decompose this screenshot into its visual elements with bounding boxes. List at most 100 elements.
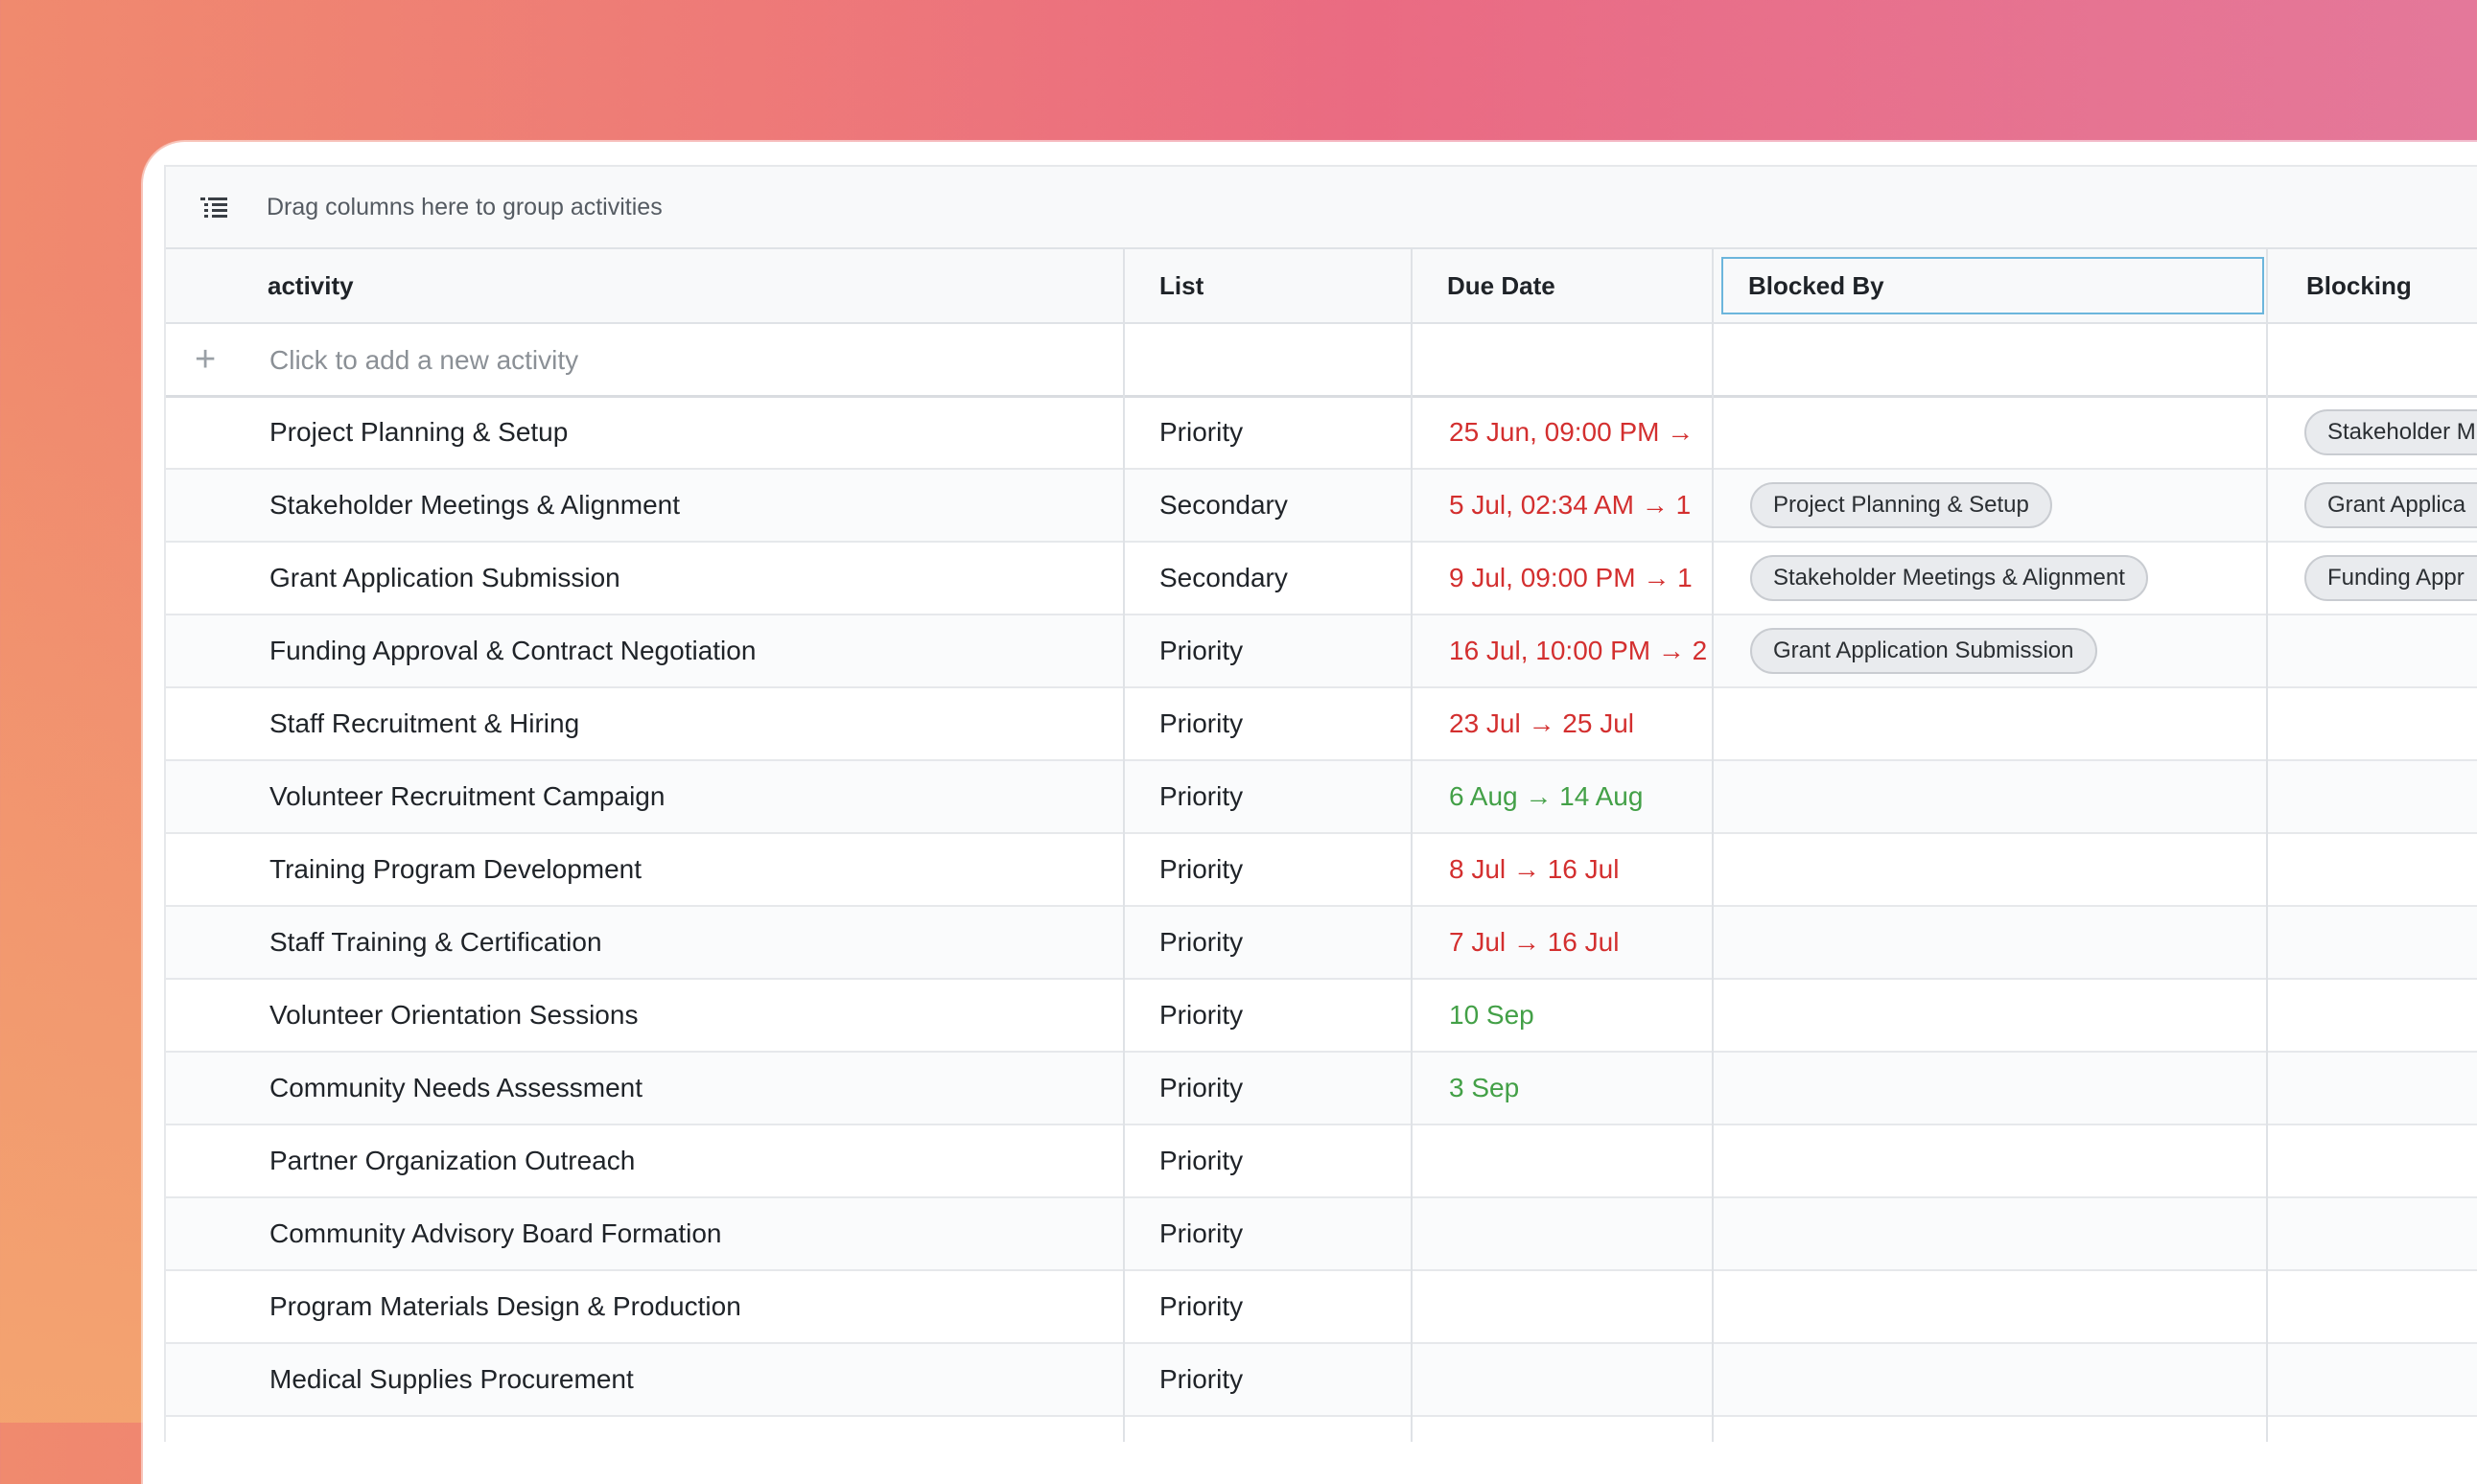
- blocked-by-cell[interactable]: [1750, 761, 2258, 832]
- blocking-tag[interactable]: Stakeholder M: [2304, 409, 2477, 455]
- column-divider[interactable]: [1123, 249, 1125, 1442]
- column-divider[interactable]: [1411, 249, 1413, 1442]
- blocked-by-cell[interactable]: [1750, 1125, 2258, 1196]
- table-row[interactable]: Staff Recruitment & Hiring Priority 23 Jul…: [166, 688, 2477, 761]
- list-cell[interactable]: Priority: [1159, 688, 1401, 759]
- blocking-cell[interactable]: Grant Applica: [2304, 470, 2477, 541]
- column-divider[interactable]: [2266, 249, 2268, 1442]
- activity-name-cell[interactable]: Medical Supplies Procurement: [269, 1344, 1113, 1415]
- due-date-cell[interactable]: 23 Jul → 25 Jul: [1449, 688, 1710, 759]
- blocked-by-cell[interactable]: [1750, 1198, 2258, 1269]
- blocked-by-tag[interactable]: Grant Application Submission: [1750, 628, 2097, 674]
- due-date-cell[interactable]: [1449, 1344, 1710, 1415]
- due-date-cell[interactable]: [1449, 1271, 1710, 1342]
- due-date-cell[interactable]: [1449, 1125, 1710, 1196]
- activity-name-cell[interactable]: Funding Approval & Contract Negotiation: [269, 615, 1113, 686]
- activity-name-cell[interactable]: Staff Recruitment & Hiring: [269, 688, 1113, 759]
- due-date-cell[interactable]: 6 Aug → 14 Aug: [1449, 761, 1710, 832]
- activity-name-cell[interactable]: Community Needs Assessment: [269, 1053, 1113, 1124]
- activity-name-cell[interactable]: Program Materials Design & Production: [269, 1271, 1113, 1342]
- list-cell[interactable]: Priority: [1159, 397, 1401, 468]
- due-date-cell[interactable]: 25 Jun, 09:00 PM →: [1449, 397, 1710, 468]
- add-activity-row[interactable]: + Click to add a new activity: [166, 324, 2477, 398]
- due-date-cell[interactable]: 7 Jul → 16 Jul: [1449, 907, 1710, 978]
- list-cell[interactable]: Secondary: [1159, 543, 1401, 614]
- blocking-cell[interactable]: [2304, 761, 2477, 832]
- table-row[interactable]: Volunteer Recruitment Campaign Priority 6 …: [166, 761, 2477, 834]
- blocking-cell[interactable]: [2304, 615, 2477, 686]
- table-row[interactable]: Training Program Development Priority 8 Ju…: [166, 834, 2477, 907]
- blocking-tag[interactable]: Grant Applica: [2304, 482, 2477, 528]
- due-date-cell[interactable]: 3 Sep: [1449, 1053, 1710, 1124]
- column-header-activity[interactable]: activity: [268, 249, 1121, 322]
- list-cell[interactable]: Priority: [1159, 761, 1401, 832]
- blocking-cell[interactable]: [2304, 834, 2477, 905]
- list-cell[interactable]: Priority: [1159, 615, 1401, 686]
- due-date-cell[interactable]: 9 Jul, 09:00 PM → 1: [1449, 543, 1710, 614]
- list-cell[interactable]: Priority: [1159, 907, 1401, 978]
- blocked-by-cell[interactable]: [1750, 397, 2258, 468]
- blocked-by-cell[interactable]: [1750, 907, 2258, 978]
- table-row[interactable]: Volunteer Orientation Sessions Priority 10…: [166, 980, 2477, 1053]
- blocking-cell[interactable]: [2304, 688, 2477, 759]
- blocking-cell[interactable]: Stakeholder M: [2304, 397, 2477, 468]
- column-header-blocking[interactable]: Blocking: [2306, 249, 2477, 322]
- list-cell[interactable]: Priority: [1159, 1344, 1401, 1415]
- list-cell[interactable]: Priority: [1159, 980, 1401, 1051]
- group-drop-zone[interactable]: Drag columns here to group activities: [166, 167, 2477, 249]
- column-header-blocked-by[interactable]: Blocked By: [1721, 257, 2264, 314]
- list-cell[interactable]: Priority: [1159, 1271, 1401, 1342]
- blocking-cell[interactable]: [2304, 1198, 2477, 1269]
- column-divider[interactable]: [1712, 249, 1714, 1442]
- table-row[interactable]: Grant Application Submission Secondary 9 J…: [166, 543, 2477, 615]
- due-date-cell[interactable]: 8 Jul → 16 Jul: [1449, 834, 1710, 905]
- table-row[interactable]: Program Materials Design & Production Pri…: [166, 1271, 2477, 1344]
- activity-name-cell[interactable]: Staff Training & Certification: [269, 907, 1113, 978]
- blocking-tag[interactable]: Funding Appr: [2304, 555, 2477, 601]
- list-cell[interactable]: Priority: [1159, 1125, 1401, 1196]
- blocked-by-cell[interactable]: [1750, 834, 2258, 905]
- table-row[interactable]: Project Planning & Setup Priority 25 Jun, …: [166, 397, 2477, 470]
- due-date-cell[interactable]: [1449, 1198, 1710, 1269]
- activity-name-cell[interactable]: Volunteer Orientation Sessions: [269, 980, 1113, 1051]
- activity-name-cell[interactable]: Training Program Development: [269, 834, 1113, 905]
- table-row[interactable]: Community Advisory Board Formation Priori…: [166, 1198, 2477, 1271]
- due-date-cell[interactable]: 10 Sep: [1449, 980, 1710, 1051]
- blocked-by-cell[interactable]: Project Planning & Setup: [1750, 470, 2258, 541]
- list-cell[interactable]: Priority: [1159, 834, 1401, 905]
- activity-name-cell[interactable]: Project Planning & Setup: [269, 397, 1113, 468]
- blocking-cell[interactable]: Funding Appr: [2304, 543, 2477, 614]
- list-cell[interactable]: Priority: [1159, 1198, 1401, 1269]
- table-row[interactable]: Community Needs Assessment Priority 3 Sep: [166, 1053, 2477, 1125]
- blocking-cell[interactable]: [2304, 1271, 2477, 1342]
- table-row[interactable]: Partner Organization Outreach Priority: [166, 1125, 2477, 1198]
- due-date-cell[interactable]: 5 Jul, 02:34 AM → 1: [1449, 470, 1710, 541]
- blocked-by-cell[interactable]: [1750, 688, 2258, 759]
- activity-name-cell[interactable]: Community Advisory Board Formation: [269, 1198, 1113, 1269]
- blocked-by-cell[interactable]: Stakeholder Meetings & Alignment: [1750, 543, 2258, 614]
- table-row[interactable]: Funding Approval & Contract Negotiation P…: [166, 615, 2477, 688]
- table-row[interactable]: Medical Supplies Procurement Priority: [166, 1344, 2477, 1417]
- list-cell[interactable]: Secondary: [1159, 470, 1401, 541]
- activity-name-cell[interactable]: Stakeholder Meetings & Alignment: [269, 470, 1113, 541]
- blocking-cell[interactable]: [2304, 907, 2477, 978]
- blocking-cell[interactable]: [2304, 980, 2477, 1051]
- activity-name-cell[interactable]: Partner Organization Outreach: [269, 1125, 1113, 1196]
- blocked-by-cell[interactable]: [1750, 1344, 2258, 1415]
- blocked-by-cell[interactable]: [1750, 1053, 2258, 1124]
- blocking-cell[interactable]: [2304, 1053, 2477, 1124]
- blocking-cell[interactable]: [2304, 1344, 2477, 1415]
- blocked-by-cell[interactable]: Grant Application Submission: [1750, 615, 2258, 686]
- due-date-cell[interactable]: 16 Jul, 10:00 PM → 2: [1449, 615, 1710, 686]
- blocked-by-tag[interactable]: Project Planning & Setup: [1750, 482, 2052, 528]
- blocked-by-tag[interactable]: Stakeholder Meetings & Alignment: [1750, 555, 2148, 601]
- column-header-list[interactable]: List: [1159, 249, 1399, 322]
- table-row[interactable]: Stakeholder Meetings & Alignment Secondar…: [166, 470, 2477, 543]
- blocked-by-cell[interactable]: [1750, 1271, 2258, 1342]
- blocking-cell[interactable]: [2304, 1125, 2477, 1196]
- blocked-by-cell[interactable]: [1750, 980, 2258, 1051]
- activity-name-cell[interactable]: Volunteer Recruitment Campaign: [269, 761, 1113, 832]
- column-header-due-date[interactable]: Due Date: [1447, 249, 1716, 322]
- list-cell[interactable]: Priority: [1159, 1053, 1401, 1124]
- table-row[interactable]: Staff Training & Certification Priority 7 …: [166, 907, 2477, 980]
